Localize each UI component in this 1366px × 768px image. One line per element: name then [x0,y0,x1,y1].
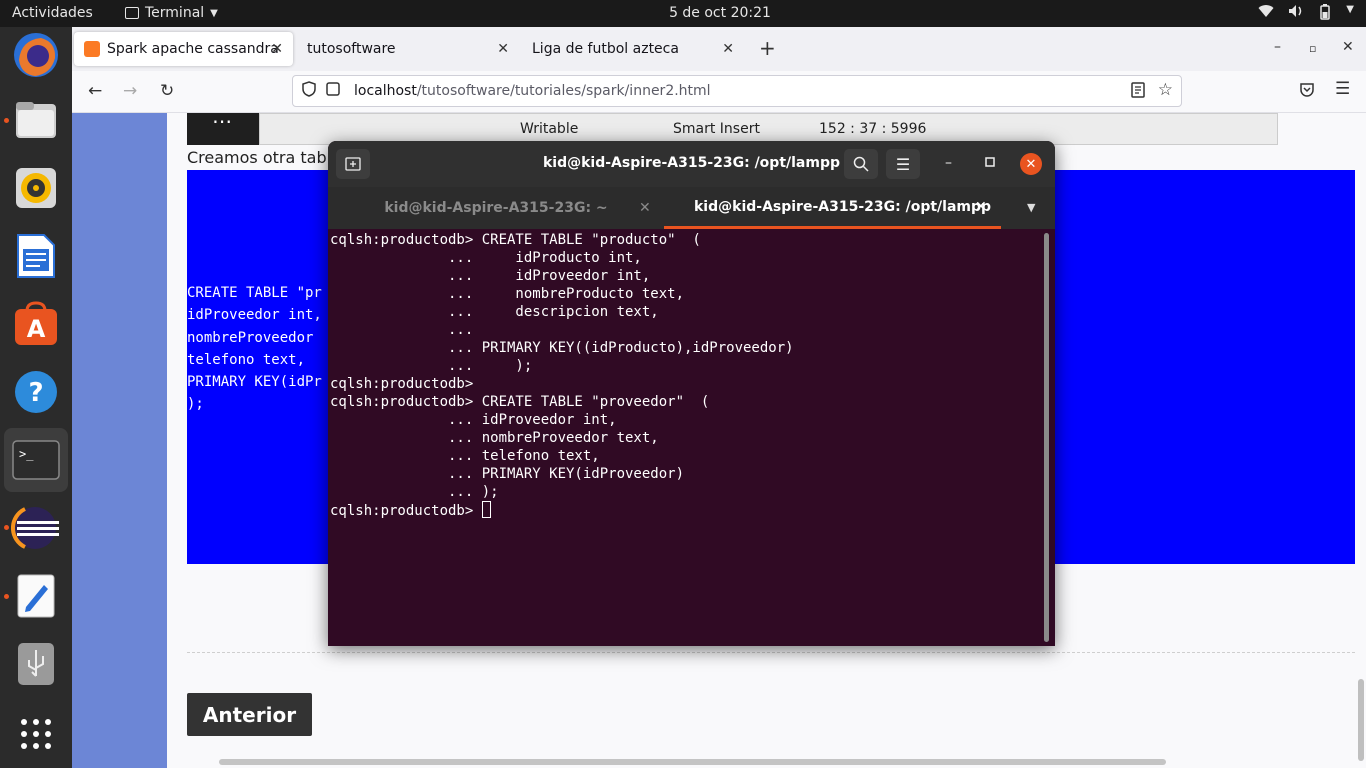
cursor-position-status: 152 : 37 : 5996 [819,121,927,137]
top-bar: Actividades Terminal ▼ 5 de oct 20:21 ▼ [0,0,1366,27]
minimize-icon[interactable]: – [945,155,952,171]
shield-icon[interactable] [302,81,316,101]
svg-text:?: ? [28,378,43,408]
tab-label: Spark apache cassandra [107,41,279,57]
reload-icon[interactable]: ↻ [160,81,174,101]
vertical-scrollbar[interactable] [1358,679,1364,761]
side-panel [72,113,167,768]
system-tray[interactable]: ▼ [1258,4,1354,24]
search-button[interactable] [844,149,878,179]
usb-icon [18,643,54,685]
eclipse-icon [11,507,59,549]
dock-files[interactable] [10,94,62,146]
code-text: CREATE TABLE "pr idProveedor int, nombre… [187,285,322,413]
tab-label: tutosoftware [307,41,396,57]
url-host: localhost [354,83,417,99]
running-indicator [4,118,9,123]
divider [187,652,1355,653]
pocket-icon[interactable] [1299,82,1315,102]
terminal-scrollbar[interactable] [1044,233,1049,642]
menu-dots-icon[interactable]: ⋯ [187,113,259,145]
search-icon [853,156,869,172]
terminal-tab-home[interactable]: kid@kid-Aspire-A315-23G: ~ ✕ [328,187,664,229]
xampp-favicon-icon [84,41,100,57]
dock: A ? >_ [0,27,72,768]
writer-icon [17,234,55,278]
dock-show-apps[interactable] [10,708,62,760]
tab-label: Liga de futbol azteca [532,41,679,57]
terminal-icon: >_ [12,440,60,480]
dock-help[interactable]: ? [10,366,62,418]
dock-libreoffice-writer[interactable] [10,230,62,282]
terminal-header-bar[interactable]: kid@kid-Aspire-A315-23G: /opt/lampp ☰ – … [328,141,1055,187]
software-center-icon: A [15,301,57,345]
hamburger-icon: ☰ [895,154,911,174]
tab-list-caret-icon[interactable]: ▼ [1027,201,1035,214]
forward-arrow-icon[interactable]: → [123,81,137,101]
back-arrow-icon[interactable]: ← [88,81,102,101]
rhythmbox-icon [16,168,56,208]
maximize-icon[interactable] [985,155,995,171]
url-path: /tutosoftware/tutoriales/spark/inner2.ht… [416,83,711,99]
terminal-window[interactable]: kid@kid-Aspire-A315-23G: /opt/lampp ☰ – … [328,141,1055,646]
terminal-prompt: cqlsh:productodb> [330,503,482,519]
tab-liga-de-futbol-azteca[interactable]: Liga de futbol azteca ✕ [522,32,744,66]
tab-strip: Spark apache cassandra ✕ tutosoftware ✕ … [72,27,1366,71]
app-grid-icon [21,719,51,749]
url-bar[interactable]: localhost/tutosoftware/tutoriales/spark/… [292,75,1182,107]
power-menu-caret-icon: ▼ [1346,4,1354,15]
hamburger-menu-icon[interactable]: ☰ [1335,79,1350,99]
tab-label: kid@kid-Aspire-A315-23G: /opt/lampp [694,198,992,215]
anterior-button[interactable]: Anterior [187,693,312,736]
tab-label: kid@kid-Aspire-A315-23G: ~ [384,200,608,216]
wifi-icon [1258,4,1274,24]
svg-text:>_: >_ [19,447,34,461]
dock-terminal[interactable]: >_ [4,428,68,492]
dock-text-editor[interactable] [10,570,62,622]
terminal-output[interactable]: cqlsh:productodb> CREATE TABLE "producto… [330,231,1040,643]
reader-view-icon[interactable] [1131,82,1145,102]
minimize-icon[interactable]: – [1274,39,1281,55]
terminal-tab-lampp[interactable]: kid@kid-Aspire-A315-23G: /opt/lampp ✕ [664,187,1001,229]
tab-tutosoftware[interactable]: tutosoftware ✕ [297,32,519,66]
dock-software-center[interactable]: A [10,298,62,350]
horizontal-scrollbar[interactable] [219,759,1166,765]
svg-text:A: A [27,315,46,343]
close-tab-icon[interactable]: ✕ [975,199,987,215]
dock-firefox[interactable] [10,29,62,81]
text-cursor [481,501,491,518]
close-tab-icon[interactable]: ✕ [639,200,651,216]
maximize-icon[interactable]: ▫ [1309,42,1316,55]
battery-icon [1318,4,1332,24]
terminal-history: cqlsh:productodb> CREATE TABLE "producto… [330,232,794,500]
dock-rhythmbox[interactable] [10,162,62,214]
close-window-icon[interactable]: ✕ [1342,39,1354,55]
text-editor-icon [17,574,55,618]
firefox-icon [14,33,58,77]
writable-status: Writable [520,121,579,137]
close-icon[interactable]: ✕ [1020,153,1042,175]
close-icon[interactable]: ✕ [497,41,509,57]
files-icon [16,102,56,138]
terminal-tab-strip: kid@kid-Aspire-A315-23G: ~ ✕ kid@kid-Asp… [328,187,1055,229]
navigation-toolbar: ← → ↻ localhost/tutosoftware/tutoriales/… [72,71,1366,113]
tab-spark-apache-cassandra[interactable]: Spark apache cassandra ✕ [74,32,293,66]
running-indicator [4,594,9,599]
menu-button[interactable]: ☰ [886,149,920,179]
volume-icon [1288,4,1304,24]
running-indicator [4,525,9,530]
close-icon[interactable]: ✕ [271,41,283,57]
smart-insert-status: Smart Insert [673,121,760,137]
help-icon: ? [15,371,57,413]
clock[interactable]: 5 de oct 20:21 [0,5,1366,21]
dock-eclipse[interactable] [10,502,62,554]
close-icon[interactable]: ✕ [722,41,734,57]
new-tab-plus-icon[interactable]: + [759,36,776,60]
page-info-icon[interactable] [326,82,340,100]
bookmark-star-icon[interactable]: ☆ [1158,80,1173,100]
dock-usb-drive[interactable] [10,638,62,690]
section-heading: Creamos otra tab [187,148,327,167]
